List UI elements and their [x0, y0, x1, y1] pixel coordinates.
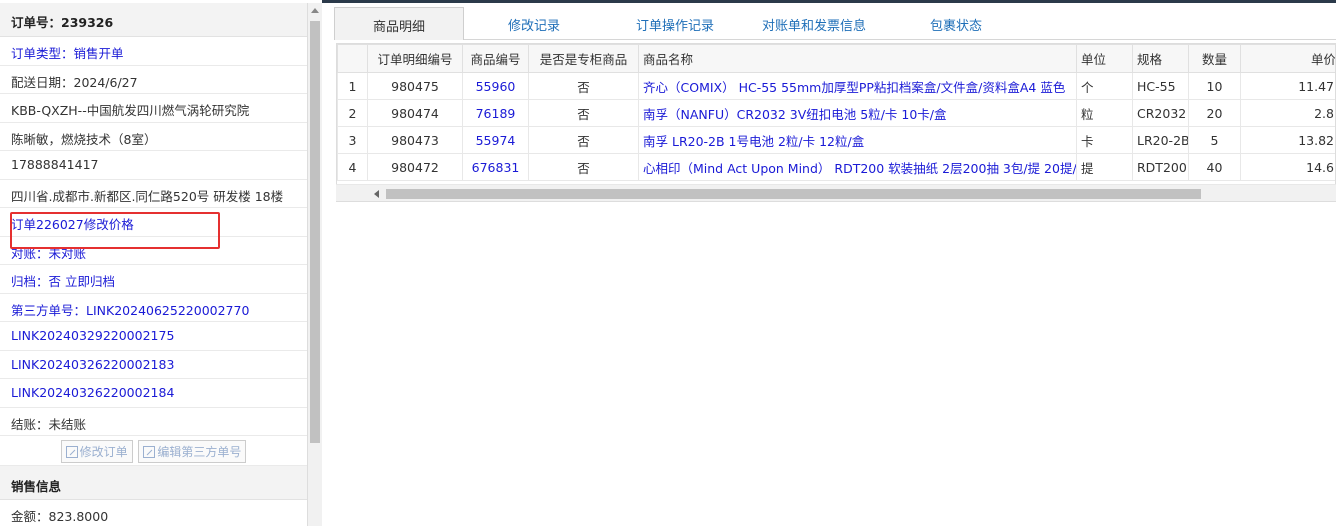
counter-flag: 否 [528, 126, 639, 154]
col-header-index [337, 44, 368, 73]
edit-third-party-label: 编辑第三方单号 [157, 445, 242, 459]
third-party-number-4[interactable]: LINK20240326220002184 [0, 379, 307, 408]
product-id-link[interactable]: 55960 [462, 72, 529, 100]
quantity: 10 [1188, 72, 1241, 100]
product-id-link[interactable]: 55974 [462, 126, 529, 154]
detail-tabs: 商品明细 修改记录 订单操作记录 对账单和发票信息 包裹状态 [334, 7, 1336, 40]
quantity: 5 [1188, 126, 1241, 154]
unit-price: 2.8 [1240, 99, 1335, 127]
counter-flag: 否 [528, 153, 639, 181]
col-header-product-id[interactable]: 商品编号 [462, 44, 529, 73]
order-type-label: 订单类型： [11, 46, 74, 61]
order-number-header: 订单号：239326 [0, 3, 307, 37]
highlight-box [10, 212, 220, 249]
edit-icon [65, 446, 78, 458]
spec: HC-55 [1132, 72, 1189, 100]
sales-info-header: 销售信息 [0, 466, 307, 500]
unit-price: 14.6 [1240, 153, 1335, 181]
table-header-row: 订单明细编号 商品编号 是否是专柜商品 商品名称 单位 规格 数量 单价 [337, 44, 1335, 73]
scrollbar-thumb[interactable] [310, 21, 320, 443]
counter-flag: 否 [528, 99, 639, 127]
edit-third-party-button[interactable]: 编辑第三方单号 [138, 440, 247, 463]
third-party-label: 第三方单号： [11, 302, 87, 318]
product-name-link[interactable]: 南孚 LR20-2B 1号电池 2粒/卡 12粒/盒 [638, 126, 1077, 154]
unit: 提 [1076, 153, 1133, 181]
left-panel-scrollbar[interactable] [308, 3, 322, 526]
col-header-quantity[interactable]: 数量 [1188, 44, 1241, 73]
tab-change-log[interactable]: 修改记录 [474, 7, 594, 40]
product-id-link[interactable]: 76189 [462, 99, 529, 127]
detail-id: 980474 [367, 99, 463, 127]
col-header-detail-id[interactable]: 订单明细编号 [367, 44, 463, 73]
unit-price: 11.47 [1240, 72, 1335, 100]
unit: 个 [1076, 72, 1133, 100]
third-party-row: 第三方单号：LINK20240625220002770 [0, 294, 307, 322]
col-header-unit[interactable]: 单位 [1076, 44, 1133, 73]
col-header-product-name[interactable]: 商品名称 [638, 44, 1077, 73]
counter-flag: 否 [528, 72, 639, 100]
row-index: 2 [337, 99, 368, 127]
scroll-left-arrow-icon[interactable] [374, 190, 379, 198]
contact-phone: 17888841417 [0, 151, 307, 180]
product-id-link[interactable]: 676831 [462, 153, 529, 181]
table-row[interactable]: 1 980475 55960 否 齐心（COMIX） HC-55 55mm加厚型… [337, 72, 1335, 100]
order-action-buttons: 修改订单 编辑第三方单号 [0, 436, 307, 466]
horizontal-scrollbar-thumb[interactable] [386, 189, 1201, 199]
tab-package-status[interactable]: 包裹状态 [906, 7, 1006, 40]
table-row[interactable]: 3 980473 55974 否 南孚 LR20-2B 1号电池 2粒/卡 12… [337, 126, 1335, 154]
edit-icon [143, 446, 156, 458]
edit-order-label: 修改订单 [79, 445, 128, 459]
third-party-number-2[interactable]: LINK20240329220002175 [0, 322, 307, 351]
detail-panel: 商品明细 修改记录 订单操作记录 对账单和发票信息 包裹状态 订单明细编号 商品… [324, 3, 1336, 526]
tab-product-details[interactable]: 商品明细 [334, 7, 464, 40]
unit: 卡 [1076, 126, 1133, 154]
archive-row: 归档：否 立即归档 [0, 265, 307, 294]
spec: RDT200 [1132, 153, 1189, 181]
settlement-status: 结账：未结账 [0, 408, 307, 436]
product-name-link[interactable]: 南孚（NANFU）CR2032 3V纽扣电池 5粒/卡 10卡/盒 [638, 99, 1077, 127]
unit-price: 13.82 [1240, 126, 1335, 154]
sales-amount: 金额：823.8000 [0, 500, 307, 526]
col-header-spec[interactable]: 规格 [1132, 44, 1189, 73]
order-type-value: 销售开单 [73, 46, 124, 61]
contact-person: 陈晰敏，燃烧技术（8室） [0, 123, 307, 151]
detail-id: 980472 [367, 153, 463, 181]
archive-label: 归档： [11, 274, 49, 289]
tab-operation-log[interactable]: 订单操作记录 [610, 7, 740, 40]
spec: LR20-2B [1132, 126, 1189, 154]
row-index: 1 [337, 72, 368, 100]
col-header-unit-price[interactable]: 单价 [1240, 44, 1335, 73]
table-row[interactable]: 2 980474 76189 否 南孚（NANFU）CR2032 3V纽扣电池 … [337, 99, 1335, 127]
detail-id: 980475 [367, 72, 463, 100]
table-row[interactable]: 4 980472 676831 否 心相印（Mind Act Upon Mind… [337, 153, 1335, 181]
delivery-date: 配送日期：2024/6/27 [0, 66, 307, 94]
row-index: 3 [337, 126, 368, 154]
detail-id: 980473 [367, 126, 463, 154]
archive-now-link[interactable]: 否 立即归档 [49, 274, 115, 289]
product-table: 订单明细编号 商品编号 是否是专柜商品 商品名称 单位 规格 数量 单价 1 9… [336, 43, 1336, 202]
customer-name: KBB-QXZH--中国航发四川燃气涡轮研究院 [0, 94, 307, 123]
quantity: 20 [1188, 99, 1241, 127]
scroll-up-arrow-icon[interactable] [311, 8, 319, 13]
col-header-counter[interactable]: 是否是专柜商品 [528, 44, 639, 73]
third-party-number-3[interactable]: LINK20240326220002183 [0, 351, 307, 379]
row-index: 4 [337, 153, 368, 181]
table-horizontal-scrollbar[interactable] [336, 184, 1336, 201]
unit: 粒 [1076, 99, 1133, 127]
product-name-link[interactable]: 齐心（COMIX） HC-55 55mm加厚型PP粘扣档案盒/文件盒/资料盒A4… [638, 72, 1077, 100]
order-info-panel: 订单号：239326 订单类型：销售开单 配送日期：2024/6/27 KBB-… [0, 3, 308, 526]
edit-order-button[interactable]: 修改订单 [60, 440, 133, 463]
delivery-address: 四川省.成都市.新都区.同仁路520号 研发楼 18楼 [0, 180, 307, 208]
third-party-number-1[interactable]: LINK20240625220002770 [86, 303, 249, 318]
quantity: 40 [1188, 153, 1241, 181]
tab-statement-invoice[interactable]: 对账单和发票信息 [739, 7, 889, 40]
product-name-link[interactable]: 心相印（Mind Act Upon Mind） RDT200 软装抽纸 2层20… [638, 153, 1077, 181]
spec: CR2032 [1132, 99, 1189, 127]
order-type-row: 订单类型：销售开单 [0, 37, 307, 66]
